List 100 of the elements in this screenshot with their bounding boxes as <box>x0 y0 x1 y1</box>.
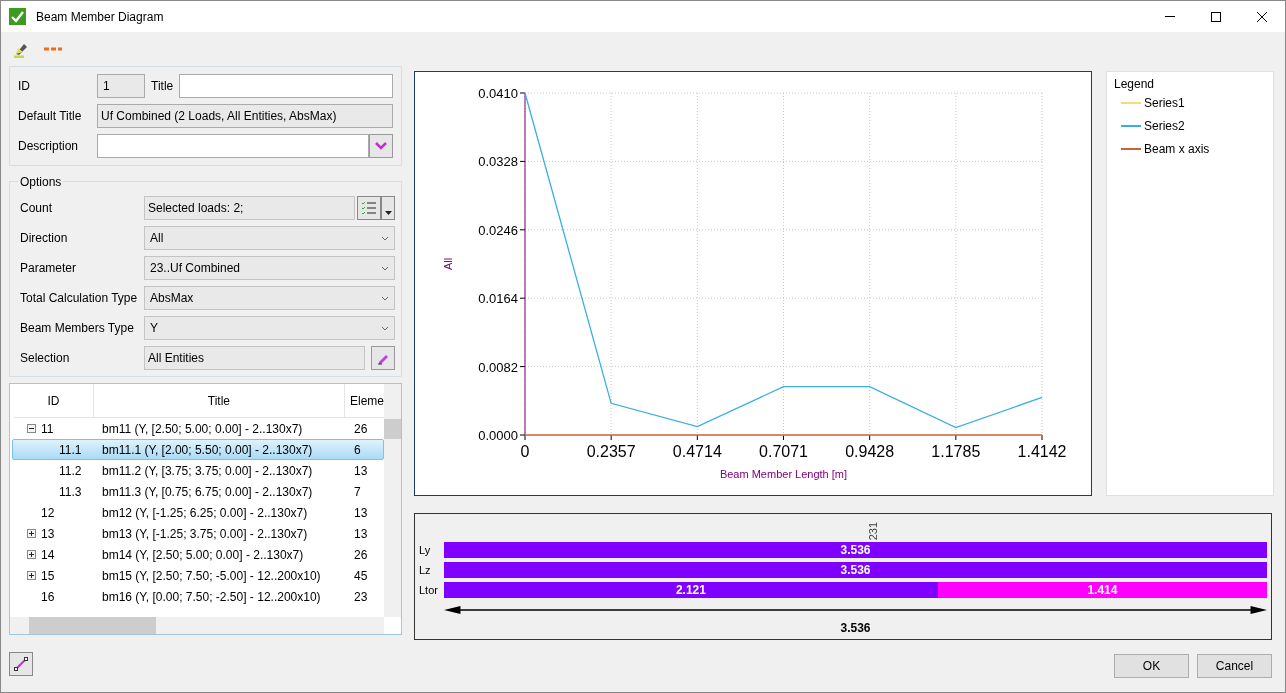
table-cell-text: 11.3 <box>59 483 82 501</box>
tick-mark <box>610 434 612 441</box>
beam-icon <box>13 655 29 672</box>
checklist-button[interactable] <box>357 196 381 220</box>
column-header[interactable]: ID <box>14 384 94 417</box>
legend-label: Series2 <box>1144 118 1185 135</box>
field-label: ID <box>18 78 31 95</box>
table-cell-text: 11.2 <box>59 462 82 480</box>
dropdown-button[interactable] <box>381 196 395 220</box>
table-cell-text: bm13 (Y, [-1.25; 3.75; 0.00] - 2..130x7) <box>101 525 309 543</box>
dropdown-field[interactable]: Y <box>144 316 395 340</box>
table-cell-text: bm15 (Y, [2.50; 7.50; -5.00] - 12..200x10) <box>101 567 322 585</box>
table-row[interactable]: 13 bm13 (Y, [-1.25; 3.75; 0.00] - 2..130x7) 13 <box>12 523 384 544</box>
table-cell-text: 15 <box>41 567 55 585</box>
x-tick-label: 0.7071 <box>759 443 808 460</box>
checklist-icon <box>361 201 377 215</box>
table-cell-text: bm11.1 (Y, [2.00; 5.50; 0.00] - 2..130x7) <box>101 441 314 459</box>
table-row[interactable]: 12 bm12 (Y, [-1.25; 6.25; 0.00] - 2..130x7) 13 <box>12 502 384 523</box>
table-cell-text: 13 <box>353 504 368 522</box>
table-row[interactable]: 11.1 bm11.1 (Y, [2.00; 5.50; 0.00] - 2..130x7) 6 <box>12 439 384 460</box>
chevron-down-icon <box>381 295 389 301</box>
row-label: Lz <box>419 562 432 578</box>
field-label: Title <box>151 78 175 95</box>
tick-mark <box>783 434 784 441</box>
column-header[interactable]: Eleme <box>345 384 384 417</box>
length-bar: 3.536 <box>444 562 1267 578</box>
default-title-field: Uf Combined (2 Loads, All Entities, AbsMax) <box>97 104 393 128</box>
cancel-button[interactable]: Cancel <box>1197 654 1272 678</box>
table-row[interactable]: 16 bm16 (Y, [0.00; 7.50; -2.50] - 12..200x10) 23 <box>12 586 384 607</box>
table-cell-text: 13 <box>41 525 55 543</box>
maximize-icon <box>1211 11 1221 22</box>
caret-icon <box>384 211 392 215</box>
total-length-label: 3.536 <box>840 620 871 637</box>
length-bar: 3.536 <box>444 542 1267 558</box>
minimize-icon <box>1165 16 1175 17</box>
x-tick-label: 0 <box>520 443 530 460</box>
chevron-down-icon <box>375 142 387 150</box>
table-cell-text: bm12 (Y, [-1.25; 6.25; 0.00] - 2..130x7) <box>101 504 309 522</box>
tick-mark <box>519 92 526 94</box>
loads-field[interactable]: Selected loads: 2; <box>144 196 355 220</box>
dropdown-field[interactable]: 23..Uf Combined <box>144 256 395 280</box>
table-cell-text: 11 <box>41 420 54 438</box>
line-icon[interactable] <box>44 46 62 52</box>
x-tick-label: 0.9428 <box>845 443 895 460</box>
expand-icon[interactable] <box>27 529 36 538</box>
x-axis-label: Beam Member Length [m] <box>719 468 848 480</box>
selection-field[interactable]: All Entities <box>144 346 365 370</box>
table-cell-text: bm11.2 (Y, [3.75; 3.75; 0.00] - 2..130x7) <box>101 462 314 480</box>
x-tick-label: 0.4714 <box>672 443 722 460</box>
field-label: Selection <box>19 350 71 367</box>
field-label: Beam Members Type <box>19 320 135 337</box>
tick-mark <box>696 434 698 441</box>
scrollbar[interactable] <box>10 617 384 634</box>
table-row[interactable]: 14 bm14 (Y, [2.50; 5.00; 0.00] - 2..130x7) 26 <box>12 544 384 565</box>
tick-mark <box>519 229 526 231</box>
description-field[interactable] <box>97 134 369 158</box>
column-header[interactable]: Title <box>93 384 345 417</box>
expand-icon[interactable] <box>27 550 36 559</box>
table-cell-text: 12 <box>41 504 55 522</box>
expand-icon[interactable] <box>27 571 36 580</box>
table-cell-text: bm16 (Y, [0.00; 7.50; -2.50] - 12..200x10) <box>101 588 322 606</box>
table-cell-text: 13 <box>353 462 368 480</box>
scrollbar[interactable] <box>384 384 401 617</box>
collapse-icon[interactable] <box>27 424 36 433</box>
field-label: Default Title <box>18 108 83 125</box>
table-cell-text: 16 <box>41 588 55 606</box>
table-cell-text: 26 <box>353 420 368 438</box>
tick-mark <box>1041 434 1043 441</box>
y-tick-label: 0.0082 <box>478 359 518 375</box>
x-tick-label: 1.1785 <box>931 443 981 460</box>
table-row[interactable]: 11.3 bm11.3 (Y, [0.75; 6.75; 0.00] - 2..130x7) 7 <box>12 481 384 502</box>
table-cell-text: 7 <box>353 483 361 501</box>
chevron-down-icon <box>381 325 389 331</box>
pick-button[interactable] <box>371 346 395 370</box>
marker-label: 231 <box>868 521 878 540</box>
table-cell-text: 26 <box>353 546 368 564</box>
title-field[interactable] <box>179 74 393 98</box>
field-label: Direction <box>19 230 69 247</box>
y-tick-label: 0.0246 <box>478 222 518 238</box>
y-tick-label: 0.0000 <box>478 428 518 443</box>
field-label: Total Calculation Type <box>19 290 139 307</box>
table-row[interactable]: 11.2 bm11.2 (Y, [3.75; 3.75; 0.00] - 2..130x7) 13 <box>12 460 384 481</box>
table-cell-text: 23 <box>353 588 368 606</box>
table-row[interactable]: 15 bm15 (Y, [2.50; 7.50; -5.00] - 12..200x10) 45 <box>12 565 384 586</box>
tick-mark <box>519 160 526 162</box>
table-cell-text: 45 <box>353 567 368 585</box>
beam-tool-button[interactable] <box>9 651 33 676</box>
table-cell-text: bm14 (Y, [2.50; 5.00; 0.00] - 2..130x7) <box>101 546 305 564</box>
chevron-down-icon <box>381 235 389 241</box>
dropdown-field[interactable]: AbsMax <box>144 286 395 310</box>
dropdown-field[interactable]: All <box>144 226 395 250</box>
close-icon <box>1257 11 1267 22</box>
table-cell-text: bm11.3 (Y, [0.75; 6.75; 0.00] - 2..130x7) <box>101 483 314 501</box>
window-title: Beam Member Diagram <box>36 8 165 26</box>
table-row[interactable]: 11 bm11 (Y, [2.50; 5.00; 0.00] - 2..130x7) 26 <box>12 418 384 439</box>
row-label: Ly <box>419 542 432 558</box>
length-bar: 2.121 <box>444 582 938 598</box>
ok-button[interactable]: OK <box>1114 654 1189 678</box>
tick-mark <box>519 366 526 368</box>
table-cell-text: 11.1 <box>59 441 82 459</box>
